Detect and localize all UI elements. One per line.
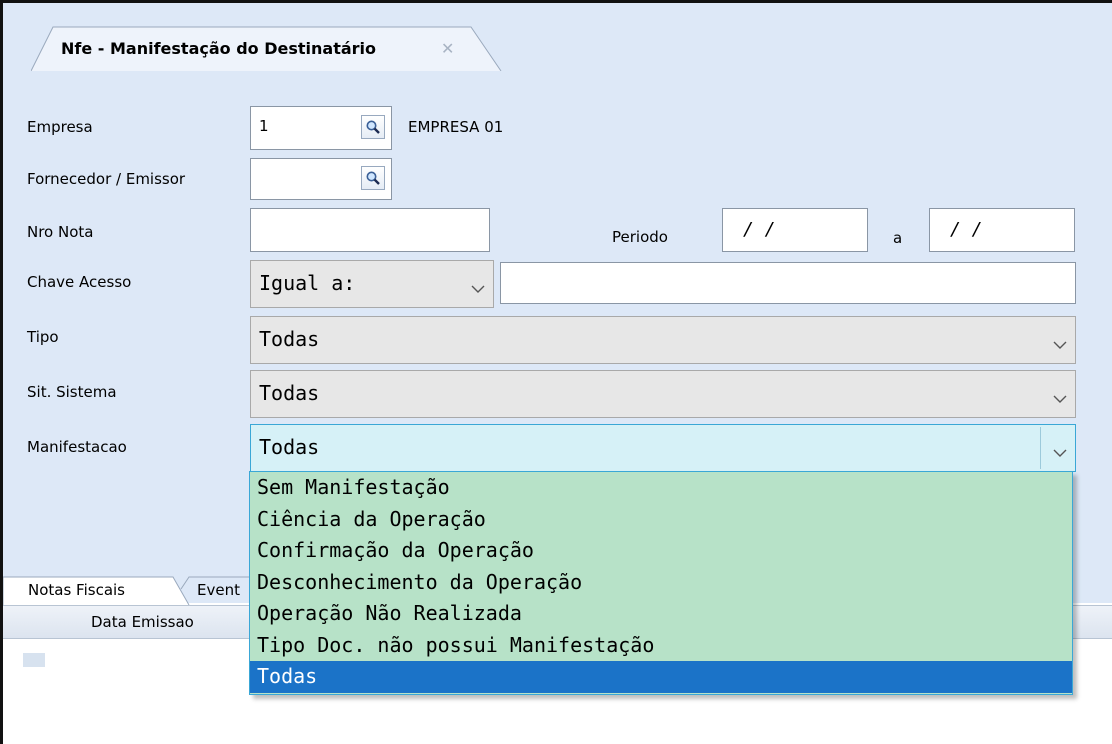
nro-nota-label: Nro Nota [27, 223, 94, 241]
tipo-label: Tipo [27, 328, 59, 346]
row-indicator [23, 653, 45, 667]
periodo-from-input[interactable]: / / [722, 208, 868, 252]
chevron-down-icon [471, 275, 485, 299]
dropdown-option[interactable]: Operação Não Realizada [250, 598, 1072, 630]
chave-acesso-input[interactable] [500, 262, 1076, 304]
sit-sistema-value: Todas [259, 381, 320, 405]
manifestacao-value: Todas [259, 435, 320, 459]
nro-nota-input[interactable] [250, 208, 490, 252]
dropdown-option[interactable]: Desconhecimento da Operação [250, 567, 1072, 599]
periodo-from-value: / / [743, 219, 776, 240]
periodo-separator: a [893, 229, 903, 247]
chevron-down-icon [1053, 331, 1067, 355]
combo-divider [1040, 427, 1041, 469]
chave-acesso-label: Chave Acesso [27, 273, 132, 291]
dropdown-option[interactable]: Sem Manifestação [250, 472, 1072, 504]
tipo-select[interactable]: Todas [250, 316, 1076, 364]
manifestacao-dropdown-list: Sem Manifestação Ciência da Operação Con… [249, 471, 1073, 695]
sit-sistema-label: Sit. Sistema [27, 383, 117, 401]
periodo-to-input[interactable]: / / [929, 208, 1075, 252]
search-icon[interactable] [361, 115, 385, 139]
dropdown-option-selected[interactable]: Todas [250, 661, 1072, 693]
dropdown-option[interactable]: Tipo Doc. não possui Manifestação [250, 630, 1072, 662]
tab-eventos[interactable]: Event [197, 575, 240, 605]
sit-sistema-select[interactable]: Todas [250, 370, 1076, 418]
empresa-value: 1 [259, 117, 269, 135]
tab-title: Nfe - Manifestação do Destinatário [61, 39, 377, 58]
manifestacao-select[interactable]: Todas [250, 424, 1076, 472]
fornecedor-input[interactable] [250, 158, 392, 200]
fornecedor-label: Fornecedor / Emissor [27, 170, 186, 188]
chevron-down-icon [1053, 385, 1067, 409]
empresa-label: Empresa [27, 118, 93, 136]
column-data-emissao[interactable]: Data Emissao [91, 613, 194, 631]
tab-notas-fiscais[interactable]: Notas Fiscais [28, 575, 125, 605]
chevron-down-icon[interactable] [1053, 439, 1067, 463]
tipo-value: Todas [259, 327, 320, 351]
chave-acesso-operator-value: Igual a: [259, 271, 356, 295]
tab-manifestacao[interactable]: Nfe - Manifestação do Destinatário ✕ [31, 25, 502, 71]
dropdown-option[interactable]: Confirmação da Operação [250, 535, 1072, 567]
search-icon[interactable] [361, 166, 385, 190]
manifestacao-label: Manifestacao [27, 438, 127, 456]
periodo-to-value: / / [950, 219, 983, 240]
dropdown-option[interactable]: Ciência da Operação [250, 504, 1072, 536]
empresa-description: EMPRESA 01 [408, 118, 504, 136]
periodo-label: Periodo [612, 228, 668, 246]
chave-acesso-operator-select[interactable]: Igual a: [250, 260, 494, 308]
empresa-input[interactable]: 1 [250, 106, 392, 150]
close-icon[interactable]: ✕ [441, 39, 454, 58]
